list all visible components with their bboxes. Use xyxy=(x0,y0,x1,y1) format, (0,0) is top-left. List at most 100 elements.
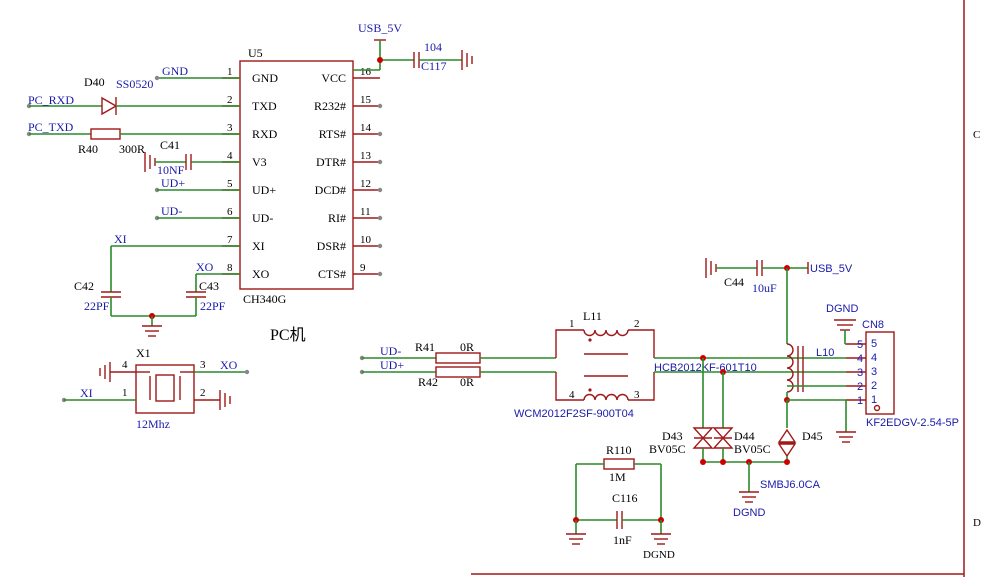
c41-ref: C41 xyxy=(160,138,180,152)
u5-pin-name: V3 xyxy=(252,155,267,169)
c42-value: 22PF xyxy=(84,299,110,313)
r42-value: 0R xyxy=(460,375,474,389)
u5-pin-num: 2 xyxy=(227,94,233,106)
u5-pin-num: 8 xyxy=(227,262,233,274)
u5-pin-num: 16 xyxy=(360,66,372,78)
d44-ref: D44 xyxy=(734,429,755,443)
d44-value: BV05C xyxy=(734,442,771,456)
u5-pin-name: VCC xyxy=(321,71,346,85)
u5-pin-name: R232# xyxy=(314,99,346,113)
r110-body xyxy=(603,458,635,470)
section-title: PC机 xyxy=(270,326,306,344)
net-xi-top: XI xyxy=(114,232,127,246)
c43-ref: C43 xyxy=(199,279,219,293)
net-udp-left: UD+ xyxy=(161,176,185,190)
d43-ref: D43 xyxy=(662,429,683,443)
u5-pin-num: 3 xyxy=(227,122,233,134)
l10-value: HCB2012KF-601T10 xyxy=(654,362,757,374)
u5-pin-num: 14 xyxy=(360,122,372,134)
l11-pin4: 4 xyxy=(569,389,575,401)
d43-d44-tvs[interactable]: D43 BV05C D44 BV05C xyxy=(649,427,771,462)
d45-value: SMBJ6.0CA xyxy=(760,479,821,491)
x1-pin4: 4 xyxy=(122,359,128,371)
cn8-pin1-in: 1 xyxy=(871,394,877,406)
l11-pin3: 3 xyxy=(634,389,640,401)
u5-body xyxy=(239,60,354,290)
l11-pin1: 1 xyxy=(569,318,575,330)
cn8-ref: CN8 xyxy=(862,319,884,331)
net-usb5v-right: USB_5V xyxy=(810,263,853,275)
c42-ref: C42 xyxy=(74,279,94,293)
net-pc-rxd: PC_RXD xyxy=(28,93,74,107)
net-xo-osc: XO xyxy=(220,358,238,372)
r41-body xyxy=(435,352,481,364)
u5-pin-name: DTR# xyxy=(316,155,346,169)
u5-pin-name: TXD xyxy=(252,99,277,113)
border-label-d: D xyxy=(973,517,981,529)
l11-value: WCM2012F2SF-900T04 xyxy=(514,408,634,420)
u5-pin-num: 5 xyxy=(227,178,233,190)
c116-ref: C116 xyxy=(612,491,638,505)
d40-value: SS0520 xyxy=(116,77,153,91)
u5-pin-name: DSR# xyxy=(317,239,346,253)
u5-pin-name: XO xyxy=(252,267,270,281)
u5-pin-name: GND xyxy=(252,71,278,85)
cn8-pin5-in: 5 xyxy=(871,338,877,350)
u5-ch340g[interactable]: U5 CH340G 1 GND2 TXD3 RXD4 V35 UD+6 UD-7 XI8 XO … xyxy=(222,46,383,306)
u5-pin-num: 13 xyxy=(360,150,372,162)
x1-pin3: 3 xyxy=(200,359,206,371)
x1-value: 12Mhz xyxy=(136,417,170,431)
u5-ref: U5 xyxy=(248,46,263,60)
u5-left-pins: 1 GND 2 TXD 3 RXD 4 V3 5 UD+ 6 UD- 7 XI 8 XO xyxy=(222,66,278,281)
d43-value: BV05C xyxy=(649,442,686,456)
x1-pin1: 1 xyxy=(122,387,128,399)
u5-pin-num: 1 xyxy=(227,66,233,78)
u5-pin-num: 10 xyxy=(360,234,372,246)
u5-pin-num: 7 xyxy=(227,234,233,246)
net-xi-osc: XI xyxy=(80,386,93,400)
schematic-canvas: C D U5 CH340G 1 GND2 TXD3 RXD4 V35 UD+6 UD-7 XI… xyxy=(26,0,981,577)
cn8-pin3: 3 xyxy=(857,367,863,379)
u5-pin-num: 6 xyxy=(227,206,233,218)
l10-ref: L10 xyxy=(816,347,834,359)
u5-pin-name: XI xyxy=(252,239,265,253)
c41-value: 10NF xyxy=(157,163,185,177)
x1-crystal[interactable]: X1 4 3 1 2 12Mhz XO XI xyxy=(61,346,250,431)
r41-ref: R41 xyxy=(415,340,435,354)
c117-value: 104 xyxy=(424,40,442,54)
r42-ref: R42 xyxy=(418,375,438,389)
usb-input-nets: UD- UD+ R41 0R R42 0R xyxy=(359,340,556,389)
u5-pin-num: 11 xyxy=(360,206,371,218)
u5-pin-name: DCD# xyxy=(315,183,346,197)
x1-pin2: 2 xyxy=(200,387,206,399)
cn8-pin1: 1 xyxy=(857,395,863,407)
d40-ref: D40 xyxy=(84,75,105,89)
net-pc-txd: PC_TXD xyxy=(28,120,74,134)
u5-pin-name: RI# xyxy=(328,211,346,225)
net-dgnd-top: DGND xyxy=(826,303,858,315)
u5-pin-name: RTS# xyxy=(319,127,346,141)
net-dgnd-bottom: DGND xyxy=(733,507,765,519)
x1-ref: X1 xyxy=(136,346,151,360)
cn8-pin4-in: 4 xyxy=(871,352,877,364)
net-udp-right: UD+ xyxy=(380,358,404,372)
net-dgnd-left: DGND xyxy=(643,549,675,561)
data-lines-right: HCB2012KF-601T10 xyxy=(654,355,846,428)
cn8-pin2: 2 xyxy=(857,381,863,393)
l11-ref: L11 xyxy=(583,309,602,323)
pc-txd-net: PC_TXD R40 300R xyxy=(26,120,240,156)
u5-part: CH340G xyxy=(243,292,287,306)
c43-value: 22PF xyxy=(200,299,226,313)
r40-value: 300R xyxy=(119,142,145,156)
border-label-c: C xyxy=(973,129,980,141)
l11-choke[interactable]: L11 1 2 4 3 WCM2012F2SF-900T04 xyxy=(514,309,655,420)
cn8-pin2-in: 2 xyxy=(871,380,877,392)
r40-ref: R40 xyxy=(78,142,98,156)
u5-pin-name: UD- xyxy=(252,211,273,225)
net-xo-top: XO xyxy=(196,260,214,274)
net-gnd: GND xyxy=(162,64,188,78)
u5-pin-name: CTS# xyxy=(318,267,346,281)
r110-value: 1M xyxy=(609,470,626,484)
u5-pin-num: 15 xyxy=(360,94,372,106)
v3-net: C41 10NF xyxy=(144,138,240,177)
